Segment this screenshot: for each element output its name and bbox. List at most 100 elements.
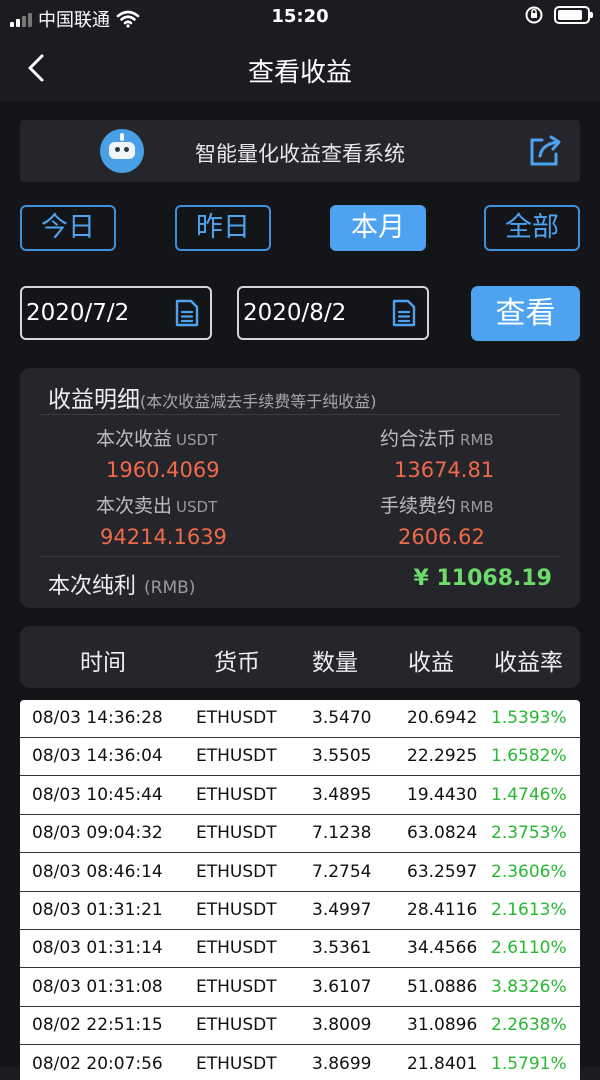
cell-profit: 34.4566 — [407, 938, 478, 959]
column-header-profit: 收益 — [408, 650, 454, 676]
cell-rate: 2.2638% — [491, 1015, 567, 1036]
cell-time: 08/03 14:36:28 — [32, 708, 163, 728]
tab-today[interactable]: 今日 — [20, 205, 116, 251]
cell-quantity: 3.5361 — [312, 938, 372, 959]
cell-time: 08/03 10:45:44 — [32, 784, 163, 805]
table-header: 时间 货币 数量 收益 收益率 — [20, 626, 580, 688]
cell-currency: ETHUSDT — [196, 1015, 277, 1036]
table-row[interactable]: 08/03 14:36:04 ETHUSDT 3.5505 22.2925 1.6582… — [20, 738, 580, 777]
fiat-equiv-value: 13674.81 — [394, 458, 495, 482]
cell-time: 08/03 01:31:14 — [32, 938, 163, 959]
cell-rate: 2.1613% — [491, 900, 567, 920]
share-icon[interactable] — [526, 132, 564, 170]
cell-time: 08/03 09:04:32 — [32, 823, 163, 844]
table-row[interactable]: 08/02 20:07:56 ETHUSDT 3.8699 21.8401 1.5791… — [20, 1046, 580, 1080]
system-banner: 智能量化收益查看系统 — [20, 120, 580, 182]
cell-time: 08/03 01:31:08 — [32, 976, 163, 997]
cell-quantity: 7.1238 — [312, 823, 372, 844]
current-profit-label: 本次收益 USDT — [96, 428, 218, 450]
table-row[interactable]: 08/03 09:04:32 ETHUSDT 7.1238 63.0824 2.3753… — [20, 815, 580, 854]
document-icon — [392, 299, 416, 327]
cell-quantity: 3.4895 — [312, 784, 372, 805]
cell-quantity: 3.6107 — [312, 976, 372, 997]
fee-value: 2606.62 — [398, 525, 485, 549]
start-date-field[interactable]: 2020/7/2 — [20, 286, 212, 340]
column-header-quantity: 数量 — [312, 650, 358, 676]
end-date-field[interactable]: 2020/8/2 — [237, 286, 429, 340]
profit-summary-card: 收益明细(本次收益减去手续费等于纯收益) 本次收益 USDT 1960.4069 … — [20, 368, 580, 608]
cell-rate: 2.3753% — [491, 823, 567, 844]
summary-note: (本次收益减去手续费等于纯收益) — [140, 392, 377, 411]
column-header-time: 时间 — [80, 650, 126, 676]
cell-currency: ETHUSDT — [196, 746, 277, 767]
cell-quantity: 3.8699 — [312, 1053, 372, 1074]
table-row[interactable]: 08/02 22:51:15 ETHUSDT 3.8009 31.0896 2.2638… — [20, 1007, 580, 1046]
cell-rate: 3.8326% — [491, 976, 567, 997]
cell-time: 08/02 22:51:15 — [32, 1015, 163, 1036]
cell-currency: ETHUSDT — [196, 861, 277, 882]
cell-quantity: 3.4997 — [312, 900, 372, 920]
cell-quantity: 7.2754 — [312, 861, 372, 882]
divider — [40, 556, 560, 557]
page-content: 智能量化收益查看系统 今日 昨日 本月 全部 2020/7/2 2020/8/2… — [0, 102, 600, 1080]
table-row[interactable]: 08/03 01:31:08 ETHUSDT 3.6107 51.0886 3.8326… — [20, 969, 580, 1007]
cell-profit: 21.8401 — [407, 1053, 478, 1074]
page-title: 查看收益 — [247, 58, 352, 88]
end-date-value: 2020/8/2 — [243, 300, 347, 326]
nav-bar: 查看收益 — [0, 34, 600, 103]
cell-rate: 2.6110% — [491, 938, 567, 959]
cell-quantity: 3.5505 — [312, 746, 372, 767]
document-icon — [175, 299, 199, 327]
cell-rate: 1.5393% — [491, 708, 567, 728]
cell-rate: 1.6582% — [491, 746, 567, 767]
cell-currency: ETHUSDT — [196, 1053, 277, 1074]
cell-time: 08/02 20:07:56 — [32, 1053, 163, 1074]
cell-profit: 22.2925 — [407, 746, 478, 767]
tab-yesterday[interactable]: 昨日 — [175, 205, 271, 251]
cell-quantity: 3.5470 — [312, 708, 372, 728]
query-button[interactable]: 查看 — [471, 286, 580, 341]
table-row[interactable]: 08/03 10:45:44 ETHUSDT 3.4895 19.4430 1.4746… — [20, 777, 580, 815]
status-right — [524, 5, 593, 25]
cell-rate: 1.4746% — [491, 784, 567, 805]
cell-time: 08/03 01:31:21 — [32, 900, 163, 920]
net-profit-label: 本次纯利 (RMB) — [48, 574, 196, 599]
table-row[interactable]: 08/03 01:31:21 ETHUSDT 3.4997 28.4116 2.1613… — [20, 892, 580, 930]
cell-currency: ETHUSDT — [196, 938, 277, 959]
table-row[interactable]: 08/03 01:31:14 ETHUSDT 3.5361 34.4566 2.6110… — [20, 930, 580, 969]
battery-icon — [554, 6, 593, 24]
cell-profit: 51.0886 — [407, 976, 478, 997]
net-profit-value: ¥ 11068.19 — [413, 566, 552, 591]
cell-profit: 20.6942 — [407, 708, 478, 728]
column-header-rate: 收益率 — [494, 650, 563, 676]
cell-currency: ETHUSDT — [196, 823, 277, 844]
cell-currency: ETHUSDT — [196, 976, 277, 997]
status-time: 15:20 — [271, 6, 329, 27]
divider — [40, 414, 560, 415]
trade-table: 08/03 14:36:28 ETHUSDT 3.5470 20.6942 1.5393… — [20, 700, 580, 1080]
table-row[interactable]: 08/03 14:36:28 ETHUSDT 3.5470 20.6942 1.5393… — [20, 700, 580, 738]
start-date-value: 2020/7/2 — [26, 300, 130, 326]
cell-currency: ETHUSDT — [196, 900, 277, 920]
cell-time: 08/03 08:46:14 — [32, 861, 163, 882]
cell-profit: 19.4430 — [407, 784, 478, 805]
cell-quantity: 3.8009 — [312, 1015, 372, 1036]
orientation-lock-icon — [525, 6, 543, 24]
cell-currency: ETHUSDT — [196, 708, 277, 728]
cell-currency: ETHUSDT — [196, 784, 277, 805]
table-row[interactable]: 08/03 08:46:14 ETHUSDT 7.2754 63.2597 2.3606… — [20, 854, 580, 892]
tab-this-month[interactable]: 本月 — [330, 205, 426, 251]
cell-rate: 1.5791% — [491, 1053, 567, 1074]
banner-title: 智能量化收益查看系统 — [195, 142, 405, 166]
current-sell-value: 94214.1639 — [100, 525, 227, 549]
cell-profit: 28.4116 — [407, 900, 478, 920]
current-profit-value: 1960.4069 — [106, 458, 220, 482]
fiat-equiv-label: 约合法币 RMB — [380, 428, 494, 450]
fee-label: 手续费约 RMB — [380, 495, 494, 517]
cell-rate: 2.3606% — [491, 861, 567, 882]
current-sell-label: 本次卖出 USDT — [96, 495, 218, 517]
column-header-currency: 货币 — [214, 650, 260, 676]
cell-time: 08/03 14:36:04 — [32, 746, 163, 767]
tab-all[interactable]: 全部 — [484, 205, 580, 251]
cell-profit: 63.0824 — [407, 823, 478, 844]
